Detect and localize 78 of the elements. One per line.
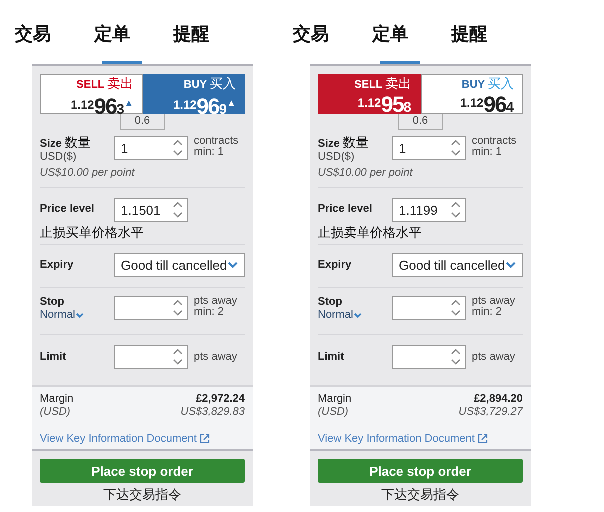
chevron-down-icon	[506, 262, 516, 268]
margin-label: Margin	[318, 393, 352, 406]
limit-label: Limit	[40, 350, 68, 364]
stop-label: Stop	[318, 296, 344, 309]
stop-type-dropdown[interactable]: Normal	[40, 309, 114, 322]
tab[interactable]: 提醒	[174, 0, 253, 64]
limit-label: Limit	[318, 350, 346, 364]
per-point-note: US$10.00 per point	[318, 167, 414, 179]
button-annotation: 下达交易指令	[102, 486, 182, 504]
spinner-icon[interactable]	[451, 201, 461, 219]
margin-usd-value: US$3,729.27	[458, 406, 523, 419]
price-level-field[interactable]: 1.1199	[392, 198, 466, 222]
size-field[interactable]: 1	[392, 136, 466, 160]
tab[interactable]: 交易	[15, 0, 94, 64]
stop-type-dropdown[interactable]: Normal	[318, 309, 392, 322]
contracts-note: contracts	[472, 136, 517, 147]
tab[interactable]: 定单	[94, 0, 174, 64]
size-label: Size 数量	[40, 136, 92, 151]
contracts-note: contracts	[194, 136, 239, 147]
pts-away-note: pts away	[472, 296, 516, 307]
expiry-dropdown[interactable]: Good till cancelled	[392, 253, 523, 277]
place-order-button[interactable]: Place stop order	[40, 459, 245, 483]
chevron-down-icon	[354, 312, 362, 318]
tab[interactable]: 定单	[372, 0, 452, 64]
tab[interactable]: 交易	[293, 0, 372, 64]
min-note: min: 1	[194, 147, 225, 158]
spinner-icon[interactable]	[451, 299, 461, 317]
per-point-note: US$10.00 per point	[40, 167, 136, 179]
size-field[interactable]: 1	[114, 136, 188, 160]
spread-value: 0.6	[120, 114, 166, 130]
stop-label: Stop	[40, 296, 66, 309]
price-level-annotation: 止损卖单价格水平	[318, 224, 423, 242]
buy-price-button[interactable]: BUY 买入 $^{1.12}$969$^{▲}$	[142, 74, 245, 114]
external-link-icon	[478, 434, 488, 444]
price-level-field[interactable]: 1.1501	[114, 198, 188, 222]
margin-currency: (USD)	[318, 406, 349, 419]
margin-currency: (USD)	[40, 406, 71, 419]
price-level-annotation: 止损买单价格水平	[40, 224, 145, 242]
limit-field[interactable]	[114, 345, 188, 369]
price-level-label: Price level	[318, 202, 374, 216]
margin-value: £2,972.24	[196, 393, 245, 406]
place-order-button[interactable]: Place stop order	[318, 459, 523, 483]
expiry-label: Expiry	[40, 258, 75, 272]
stop-field[interactable]	[114, 296, 188, 320]
margin-value: £2,894.20	[474, 393, 523, 406]
spinner-icon[interactable]	[173, 139, 183, 157]
buy-price-button[interactable]: BUY 买入 $^{1.12}$964	[420, 74, 523, 114]
min-note: min: 1	[472, 147, 503, 158]
spinner-icon[interactable]	[451, 139, 461, 157]
spinner-icon[interactable]	[173, 201, 183, 219]
size-label: Size 数量	[318, 136, 370, 151]
pts-away-note: pts away	[194, 352, 238, 362]
tab[interactable]: 提醒	[452, 0, 531, 64]
expiry-dropdown[interactable]: Good till cancelled	[114, 253, 245, 277]
min-note: min: 2	[194, 307, 224, 318]
pts-away-note: pts away	[472, 352, 516, 362]
sell-price-button[interactable]: SELL 卖出 $^{1.12}$963$^{▲}$	[40, 74, 142, 114]
pts-away-note: pts away	[194, 296, 238, 307]
spinner-icon[interactable]	[173, 299, 183, 317]
currency-label: USD($)	[318, 151, 356, 164]
margin-usd-value: US$3,829.83	[180, 406, 245, 419]
spinner-icon[interactable]	[173, 348, 183, 366]
key-information-link[interactable]: View Key Information Document	[40, 433, 210, 445]
currency-label: USD($)	[40, 151, 78, 164]
margin-label: Margin	[40, 393, 74, 406]
button-annotation: 下达交易指令	[380, 486, 460, 504]
spread-value: 0.6	[398, 114, 444, 130]
expiry-label: Expiry	[318, 258, 353, 272]
limit-field[interactable]	[392, 345, 466, 369]
stop-field[interactable]	[392, 296, 466, 320]
min-note: min: 2	[472, 307, 502, 318]
price-level-label: Price level	[40, 202, 96, 216]
spinner-icon[interactable]	[451, 348, 461, 366]
external-link-icon	[200, 434, 210, 444]
key-information-link[interactable]: View Key Information Document	[318, 433, 488, 445]
sell-price-button[interactable]: SELL 卖出 $^{1.12}$958	[318, 74, 420, 114]
chevron-down-icon	[76, 312, 84, 318]
chevron-down-icon	[228, 262, 238, 268]
